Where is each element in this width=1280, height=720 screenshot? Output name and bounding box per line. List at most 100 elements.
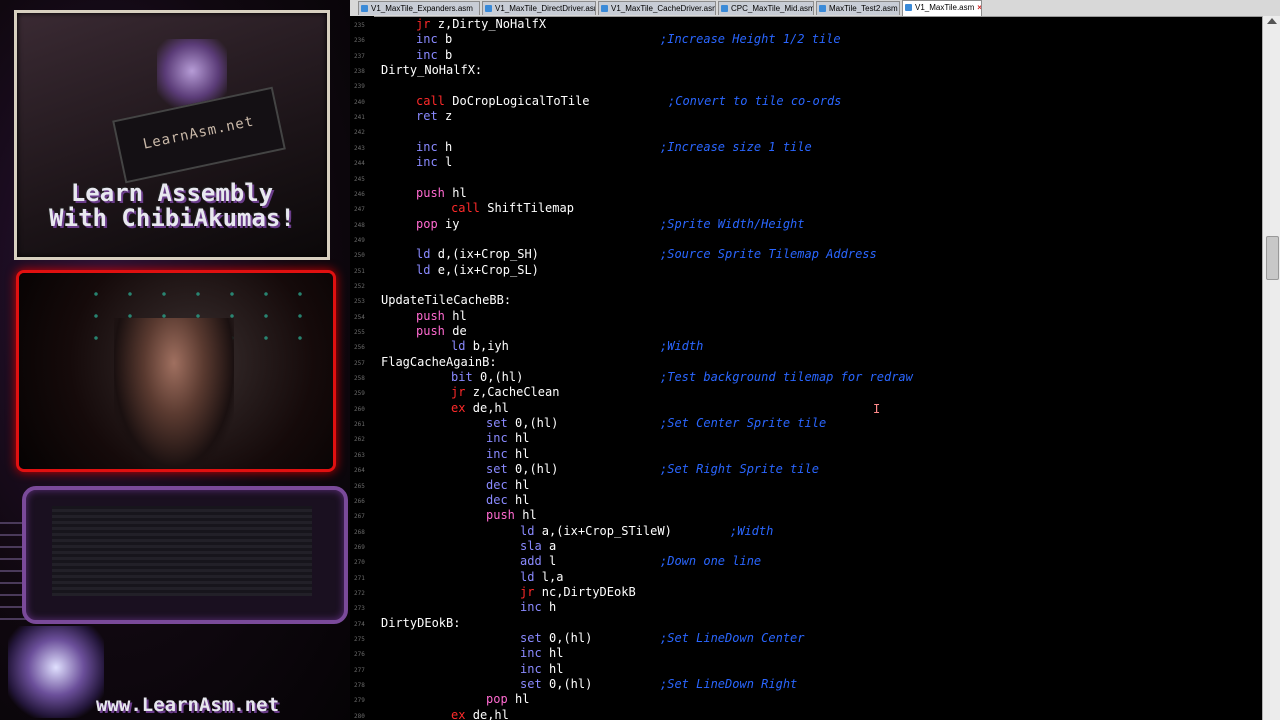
code-comment: ;Set Center Sprite tile: [660, 416, 827, 431]
operands: hl: [452, 185, 467, 200]
code-line: 256 ld b,iyh ;Width: [350, 339, 1262, 354]
mnemonic: ex: [451, 707, 466, 720]
operands: de,hl: [472, 707, 509, 720]
line-number: 239: [354, 83, 365, 91]
asm-file-icon: [905, 4, 912, 11]
tab-label: V1_MaxTile_Expanders.asm: [371, 4, 473, 13]
operands: 0,(hl): [549, 677, 593, 692]
operands: e,(ix+Crop_SL): [437, 262, 539, 277]
line-number: 264: [354, 467, 365, 475]
scroll-thumb[interactable]: [1266, 236, 1279, 280]
chat-panel: [22, 486, 348, 624]
code-line: 268 ld a,(ix+Crop_STileW) ;Width: [350, 524, 1262, 539]
operands: a,(ix+Crop_STileW): [541, 523, 672, 538]
logo-title-line2: With ChibiAkumas!: [49, 204, 295, 232]
webcam-presenter: [114, 318, 234, 468]
tab-file[interactable]: V1_MaxTile.asm ×: [902, 0, 982, 16]
operands: de,hl: [472, 400, 509, 415]
mnemonic: inc: [416, 139, 438, 154]
line-number: 265: [354, 482, 365, 490]
asm-file-icon: [485, 5, 492, 12]
code-line: 276 inc hl: [350, 646, 1262, 661]
mnemonic: dec: [486, 492, 508, 507]
code-area[interactable]: 235 jr z,Dirty_NoHalfX 236 inc b ;Increase Hei…: [350, 16, 1262, 720]
logo-title-line1: Learn Assembly: [70, 179, 274, 207]
code-line: 261 set 0,(hl) ;Set Center Sprite tile: [350, 416, 1262, 431]
line-number: 255: [354, 329, 365, 336]
tab-file[interactable]: CPC_MaxTile_Mid.asm: [718, 1, 814, 15]
line-number: 262: [354, 436, 365, 444]
operands: b,iyh: [472, 339, 509, 354]
footer-url: www.LearnAsm.net: [96, 694, 280, 716]
tab-file[interactable]: V1_MaxTile_Expanders.asm: [358, 1, 480, 15]
code-line: 247 call ShiftTilemap: [350, 201, 1262, 216]
tab-close-icon[interactable]: ×: [977, 3, 981, 12]
code-label: Dirty_NoHalfX:: [381, 63, 483, 78]
mnemonic: set: [520, 631, 542, 645]
mnemonic: call: [451, 201, 480, 216]
asm-file-icon: [819, 5, 826, 12]
code-line: 267 push hl: [350, 508, 1262, 523]
line-number: 245: [354, 175, 365, 183]
tab-bar: V1_MaxTile_Expanders.asm V1_MaxTile_Direc…: [350, 0, 1280, 17]
code-line: 235 jr z,Dirty_NoHalfX: [350, 17, 1262, 32]
line-number: 274: [354, 620, 365, 628]
operands: 0,(hl): [515, 462, 559, 477]
mnemonic: set: [486, 416, 508, 431]
mnemonic: inc: [416, 32, 438, 47]
tab-file[interactable]: V1_MaxTile_CacheDriver.asm: [598, 1, 716, 15]
line-number: 248: [354, 221, 365, 229]
operands: DoCropLogicalToTile: [452, 93, 590, 108]
webcam-panel: [16, 270, 336, 472]
operands: hl: [515, 477, 530, 492]
code-line: 266 dec hl: [350, 493, 1262, 508]
chip-graphic: LearnAsm.net: [112, 86, 286, 184]
asm-file-icon: [601, 5, 608, 12]
code-label: DirtyDEokB:: [381, 615, 461, 630]
operands: iy: [445, 216, 460, 231]
line-number: 236: [354, 37, 365, 45]
mnemonic: inc: [486, 431, 508, 446]
line-number: 243: [354, 144, 365, 152]
tab-file[interactable]: V1_MaxTile_DirectDriver.asm: [482, 1, 596, 15]
mnemonic: call: [416, 93, 445, 108]
code-line: 238 Dirty_NoHalfX:: [350, 63, 1262, 78]
code-comment: ;Test background tilemap for redraw: [660, 370, 913, 385]
tab-file[interactable]: MaxTile_Test2.asm: [816, 1, 900, 15]
mnemonic: inc: [520, 646, 542, 661]
code-line: 244 inc l: [350, 155, 1262, 170]
code-line: 250 ld d,(ix+Crop_SH) ;Source Sprite Tilema…: [350, 247, 1262, 262]
logo-title: Learn Assembly With ChibiAkumas!: [17, 181, 327, 231]
code-comment: ;Sprite Width/Height: [660, 216, 805, 231]
mnemonic: inc: [520, 661, 542, 676]
mnemonic: ld: [416, 247, 431, 262]
line-number: 269: [354, 543, 365, 551]
operands: a: [549, 538, 557, 553]
code-line: 273 inc h: [350, 600, 1262, 615]
line-number: 277: [354, 666, 365, 674]
line-number: 246: [354, 190, 365, 198]
code-line: 258 bit 0,(hl) ;Test background tilemap for…: [350, 370, 1262, 385]
line-number: 249: [354, 236, 365, 244]
line-number: 267: [354, 513, 365, 521]
code-comment: ;Width: [730, 523, 774, 538]
operands: l,a: [541, 569, 564, 584]
mnemonic: push: [416, 308, 445, 323]
operands: hl: [549, 646, 564, 661]
code-line: 272 jr nc,DirtyDEokB: [350, 585, 1262, 600]
line-number: 268: [354, 528, 365, 536]
code-line: 271 ld l,a: [350, 570, 1262, 585]
tab-label: V1_MaxTile_CacheDriver.asm: [611, 4, 716, 13]
code-comment: ;Increase size 1 tile: [660, 139, 812, 154]
scroll-up-arrow-icon[interactable]: [1267, 18, 1277, 24]
code-line: 242: [350, 124, 1262, 139]
line-number: 266: [354, 497, 365, 505]
operands: d,(ix+Crop_SH): [437, 247, 539, 262]
code-line: 255 push de: [350, 324, 1262, 339]
line-number: 276: [354, 651, 365, 659]
text-cursor-icon: I: [873, 402, 881, 416]
operands: 0,(hl): [515, 416, 559, 431]
operands: z: [445, 109, 453, 124]
code-line: 243 inc h ;Increase size 1 tile: [350, 140, 1262, 155]
vertical-scrollbar[interactable]: [1262, 16, 1280, 720]
